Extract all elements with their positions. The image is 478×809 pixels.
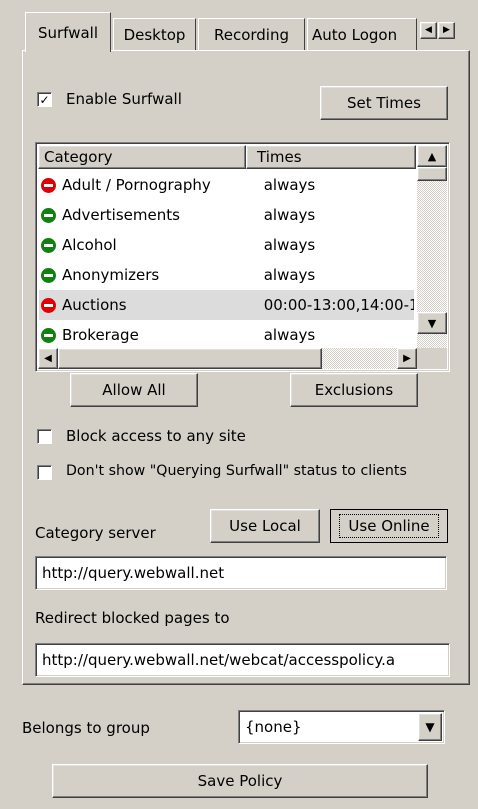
set-times-label: Set Times bbox=[347, 94, 421, 112]
category-name: Auctions bbox=[62, 296, 127, 314]
category-name: Adult / Pornography bbox=[62, 176, 211, 194]
set-times-button[interactable]: Set Times bbox=[320, 86, 448, 120]
group-dropdown-button[interactable]: ▼ bbox=[418, 713, 442, 741]
column-header-category[interactable]: Category bbox=[38, 145, 246, 169]
tab-surfwall[interactable]: Surfwall bbox=[25, 12, 111, 52]
use-local-button[interactable]: Use Local bbox=[210, 509, 320, 543]
left-arrow-icon: ◀ bbox=[425, 25, 432, 35]
scrollbar-corner bbox=[417, 348, 447, 369]
column-header-times[interactable]: Times bbox=[246, 145, 416, 169]
allowed-icon bbox=[41, 237, 56, 253]
category-name: Alcohol bbox=[62, 236, 117, 254]
allow-all-label: Allow All bbox=[102, 381, 166, 399]
scroll-left-button[interactable]: ◀ bbox=[38, 348, 58, 369]
allowed-icon bbox=[41, 327, 56, 343]
down-arrow-icon: ▼ bbox=[427, 316, 437, 330]
tab-scroll-left-button[interactable]: ◀ bbox=[420, 22, 437, 39]
enable-surfwall-label: Enable Surfwall bbox=[66, 90, 182, 108]
category-times: 00:00-13:00,14:00-1 bbox=[263, 296, 414, 314]
tab-recording[interactable]: Recording bbox=[198, 18, 305, 50]
block-access-checkbox[interactable] bbox=[37, 429, 52, 444]
tab-scroll-right-button[interactable]: ▶ bbox=[438, 22, 455, 39]
blocked-icon bbox=[41, 177, 56, 193]
header-label: Category bbox=[44, 148, 113, 166]
group-select[interactable]: {none} ▼ bbox=[238, 710, 445, 744]
dont-show-status-label: Don't show "Querying Surfwall" status to… bbox=[66, 463, 407, 479]
scroll-right-button[interactable]: ▶ bbox=[397, 348, 417, 369]
dont-show-status-checkbox[interactable] bbox=[37, 465, 52, 480]
exclusions-label: Exclusions bbox=[314, 381, 394, 399]
tab-auto-logon[interactable]: Auto Logon bbox=[307, 18, 417, 50]
category-server-label: Category server bbox=[35, 524, 156, 542]
exclusions-button[interactable]: Exclusions bbox=[290, 373, 418, 407]
group-select-value: {none} bbox=[245, 718, 302, 736]
scroll-up-button[interactable]: ▲ bbox=[417, 145, 447, 167]
allowed-icon bbox=[41, 207, 56, 223]
table-row[interactable]: Advertisements always bbox=[39, 200, 414, 230]
table-row[interactable]: Adult / Pornography always bbox=[39, 170, 414, 200]
tab-label: Recording bbox=[213, 25, 290, 44]
use-online-focus: Use Online bbox=[339, 514, 439, 538]
category-times: always bbox=[263, 326, 316, 344]
header-label: Times bbox=[257, 148, 302, 166]
category-name: Brokerage bbox=[62, 326, 139, 344]
category-name: Anonymizers bbox=[62, 266, 160, 284]
vertical-scrollbar[interactable]: ▲ ▼ bbox=[417, 145, 447, 348]
category-times: always bbox=[263, 266, 316, 284]
right-arrow-icon: ▶ bbox=[403, 352, 411, 364]
table-row[interactable]: Auctions 00:00-13:00,14:00-1 bbox=[39, 290, 414, 320]
table-row[interactable]: Alcohol always bbox=[39, 230, 414, 260]
save-policy-label: Save Policy bbox=[197, 772, 283, 790]
redirect-url-field[interactable]: http://query.webwall.net/webcat/accesspo… bbox=[35, 643, 450, 677]
tab-label: Desktop bbox=[123, 25, 186, 44]
block-access-label: Block access to any site bbox=[66, 427, 246, 445]
tab-label: Surfwall bbox=[37, 23, 98, 42]
category-times: always bbox=[263, 236, 316, 254]
horizontal-scrollbar[interactable]: ◀ ▶ bbox=[38, 348, 417, 369]
use-online-label: Use Online bbox=[348, 517, 430, 535]
tab-desktop[interactable]: Desktop bbox=[113, 18, 196, 50]
category-name: Advertisements bbox=[62, 206, 180, 224]
enable-surfwall-checkbox[interactable]: ✓ bbox=[37, 92, 52, 107]
table-row[interactable]: Anonymizers always bbox=[39, 260, 414, 290]
chevron-down-icon: ▼ bbox=[425, 720, 435, 734]
horizontal-scroll-thumb[interactable] bbox=[58, 348, 322, 369]
blocked-icon bbox=[41, 297, 56, 313]
table-row[interactable]: Brokerage always bbox=[39, 320, 414, 350]
category-server-url-text: http://query.webwall.net bbox=[42, 564, 225, 582]
checkmark-icon: ✓ bbox=[39, 92, 50, 107]
category-list[interactable]: Category Times Adult / Pornography always… bbox=[35, 142, 450, 372]
tab-label: Auto Logon bbox=[312, 25, 398, 44]
allow-all-button[interactable]: Allow All bbox=[70, 373, 198, 407]
allowed-icon bbox=[41, 267, 56, 283]
use-local-label: Use Local bbox=[229, 517, 301, 535]
category-times: always bbox=[263, 176, 316, 194]
redirect-label: Redirect blocked pages to bbox=[35, 609, 230, 627]
belongs-to-group-label: Belongs to group bbox=[22, 719, 150, 737]
redirect-url-text: http://query.webwall.net/webcat/accesspo… bbox=[42, 651, 396, 669]
category-times: always bbox=[263, 206, 316, 224]
vertical-scroll-thumb[interactable] bbox=[417, 167, 447, 181]
save-policy-button[interactable]: Save Policy bbox=[52, 764, 428, 798]
right-arrow-icon: ▶ bbox=[443, 25, 450, 35]
scroll-down-button[interactable]: ▼ bbox=[417, 312, 447, 334]
use-online-button[interactable]: Use Online bbox=[330, 509, 448, 543]
category-server-url-field[interactable]: http://query.webwall.net bbox=[35, 556, 447, 590]
up-arrow-icon: ▲ bbox=[427, 149, 437, 163]
left-arrow-icon: ◀ bbox=[44, 352, 52, 364]
